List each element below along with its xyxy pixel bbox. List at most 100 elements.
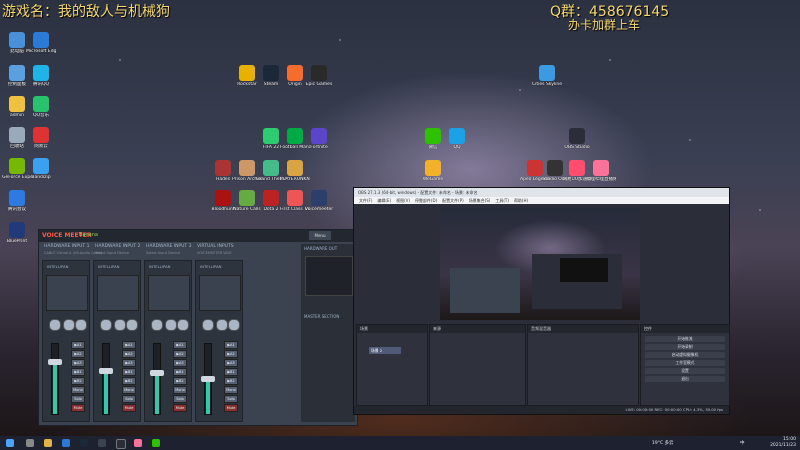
- bus-button[interactable]: ▶B2: [224, 377, 238, 385]
- bus-button[interactable]: ▶B2: [122, 377, 136, 385]
- desktop-icon[interactable]: Bandizip: [26, 158, 56, 180]
- obs-window[interactable]: OBS 27.1.3 (64-bit, windows) - 配置文件: 未命名…: [353, 187, 730, 415]
- bus-button[interactable]: Mono: [173, 386, 187, 394]
- bus-button[interactable]: ▶A1: [224, 341, 238, 349]
- intellipan-pad[interactable]: [97, 275, 139, 311]
- gain-fader[interactable]: [48, 343, 62, 415]
- input-device-select[interactable]: VOICEMEETER VAIO: [197, 251, 231, 255]
- intellipan-pad[interactable]: [46, 275, 88, 311]
- bus-button[interactable]: Solo: [224, 395, 238, 403]
- wechat-taskbar-icon[interactable]: [152, 439, 160, 447]
- obs-menu-item[interactable]: 工具(T): [495, 198, 509, 203]
- bus-button[interactable]: Mono: [122, 386, 136, 394]
- obs-menu-item[interactable]: 文件(F): [359, 198, 372, 203]
- steam-icon[interactable]: [80, 439, 88, 447]
- bus-button[interactable]: Solo: [173, 395, 187, 403]
- bus-button[interactable]: ▶A2: [173, 350, 187, 358]
- edge-icon[interactable]: [62, 439, 70, 447]
- cassette-recorder[interactable]: [305, 256, 353, 296]
- desktop-icon[interactable]: 腾讯会议: [2, 190, 32, 212]
- bus-button[interactable]: ▶B1: [173, 368, 187, 376]
- bus-button[interactable]: ▶B2: [71, 377, 85, 385]
- obs-menu-item[interactable]: 场景集合(S): [469, 198, 491, 203]
- weather-indicator[interactable]: 19°C 多云: [652, 440, 674, 446]
- bus-button[interactable]: ▶A1: [122, 341, 136, 349]
- desktop-icon[interactable]: 哔哩哔哩直播姬: [586, 160, 616, 182]
- obs-menu-item[interactable]: 配置文件(P): [442, 198, 464, 203]
- knob-control[interactable]: [177, 319, 189, 331]
- bus-button[interactable]: ▶B1: [224, 368, 238, 376]
- bilibili-taskbar-icon[interactable]: [134, 439, 142, 447]
- obs-control-button[interactable]: 启动虚拟摄像机: [645, 352, 725, 358]
- bus-button[interactable]: Solo: [71, 395, 85, 403]
- fader-cap[interactable]: [99, 367, 113, 374]
- obs-control-button[interactable]: 开始推流: [645, 336, 725, 342]
- menu-button[interactable]: Menu: [309, 231, 331, 240]
- knob-control[interactable]: [165, 319, 177, 331]
- desktop-icon[interactable]: 腾讯QQ: [26, 65, 56, 87]
- bus-button[interactable]: ▶A3: [173, 359, 187, 367]
- obs-control-button[interactable]: 设置: [645, 368, 725, 374]
- bus-button[interactable]: ▶A1: [71, 341, 85, 349]
- knob-control[interactable]: [202, 319, 214, 331]
- fader-cap[interactable]: [201, 376, 215, 382]
- knob-control[interactable]: [49, 319, 61, 331]
- knob-control[interactable]: [75, 319, 87, 331]
- scene-item[interactable]: 场景 2: [369, 347, 401, 354]
- obs-control-button[interactable]: 工作室模式: [645, 360, 725, 366]
- desktop-icon[interactable]: Microsoft Edge: [26, 32, 56, 54]
- knob-control[interactable]: [228, 319, 240, 331]
- clock[interactable]: 15:00 2021/11/23: [770, 437, 796, 449]
- obs-control-button[interactable]: 退出: [645, 376, 725, 382]
- desktop-icon[interactable]: BluePrint: [2, 222, 32, 244]
- desktop-icon[interactable]: QQ音乐: [26, 96, 56, 118]
- input-device-select[interactable]: Select Input Device: [95, 251, 129, 255]
- bus-button[interactable]: Mono: [224, 386, 238, 394]
- bus-button[interactable]: ▶A2: [224, 350, 238, 358]
- bus-button[interactable]: Mute: [122, 404, 136, 412]
- obs-menu-item[interactable]: 编辑(E): [377, 198, 391, 203]
- desktop-icon[interactable]: Fortnite: [304, 128, 334, 150]
- obs-menu-item[interactable]: 停靠部件(D): [415, 198, 437, 203]
- bus-button[interactable]: ▶A3: [122, 359, 136, 367]
- bus-button[interactable]: Mute: [173, 404, 187, 412]
- obs-control-button[interactable]: 开始录制: [645, 344, 725, 350]
- bus-button[interactable]: Mute: [71, 404, 85, 412]
- bus-button[interactable]: Solo: [122, 395, 136, 403]
- bus-button[interactable]: Mute: [224, 404, 238, 412]
- bus-button[interactable]: ▶A3: [71, 359, 85, 367]
- obs-menu-item[interactable]: 帮助(H): [514, 198, 528, 203]
- obs-titlebar[interactable]: OBS 27.1.3 (64-bit, windows) - 配置文件: 未命名…: [354, 188, 729, 197]
- bus-button[interactable]: ▶A2: [71, 350, 85, 358]
- desktop-icon[interactable]: Cities Skylines: [532, 65, 562, 87]
- bus-button[interactable]: Mono: [71, 386, 85, 394]
- bus-button[interactable]: ▶B2: [173, 377, 187, 385]
- voicemeeter-taskbar-icon[interactable]: [98, 439, 106, 447]
- fader-cap[interactable]: [48, 358, 62, 365]
- bus-button[interactable]: ▶B1: [71, 368, 85, 376]
- desktop-icon[interactable]: OBS Studio: [562, 128, 592, 150]
- desktop-icon[interactable]: PLAYERUNKNOWN: [280, 160, 310, 182]
- bus-button[interactable]: ▶A1: [173, 341, 187, 349]
- explorer-icon[interactable]: [44, 439, 52, 447]
- input-language[interactable]: 中: [740, 440, 745, 446]
- obs-preview[interactable]: [440, 208, 640, 320]
- knob-control[interactable]: [63, 319, 75, 331]
- bus-button[interactable]: ▶A3: [224, 359, 238, 367]
- knob-control[interactable]: [151, 319, 163, 331]
- desktop-icon[interactable]: Epic Games: [304, 65, 334, 87]
- bus-button[interactable]: ▶B1: [122, 368, 136, 376]
- intellipan-pad[interactable]: [148, 275, 190, 311]
- knob-control[interactable]: [100, 319, 112, 331]
- intellipan-pad[interactable]: [199, 275, 241, 311]
- desktop-icon[interactable]: 网易云: [26, 127, 56, 149]
- knob-control[interactable]: [114, 319, 126, 331]
- search-icon[interactable]: [26, 439, 34, 447]
- fader-cap[interactable]: [150, 370, 164, 377]
- gain-fader[interactable]: [150, 343, 164, 415]
- knob-control[interactable]: [126, 319, 138, 331]
- bus-button[interactable]: ▶A2: [122, 350, 136, 358]
- gain-fader[interactable]: [99, 343, 113, 415]
- desktop-icon[interactable]: Voicemeeter: [304, 190, 334, 212]
- gain-fader[interactable]: [201, 343, 215, 415]
